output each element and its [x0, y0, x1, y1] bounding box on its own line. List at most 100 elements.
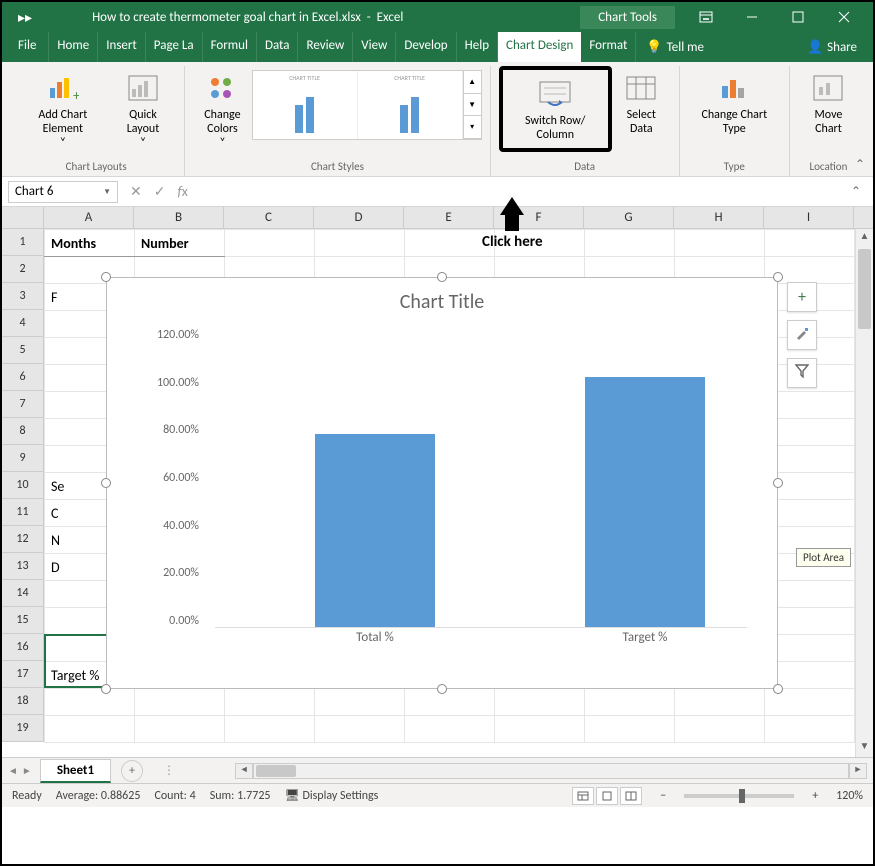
zoom-in-button[interactable]: + — [808, 789, 822, 803]
row-header[interactable]: 4 — [2, 310, 44, 337]
col-header[interactable]: G — [584, 207, 674, 228]
resize-handle[interactable] — [773, 272, 783, 282]
row-header[interactable]: 7 — [2, 391, 44, 418]
add-chart-element-button[interactable]: + Add Chart Element ˅ — [16, 66, 110, 154]
row-header[interactable]: 12 — [2, 526, 44, 553]
resize-handle[interactable] — [773, 684, 783, 694]
tab-help[interactable]: Help — [457, 32, 498, 62]
chart-styles-button[interactable] — [787, 320, 817, 350]
scroll-thumb[interactable] — [858, 249, 871, 329]
row-header[interactable]: 16 — [2, 634, 44, 661]
row-header[interactable]: 8 — [2, 418, 44, 445]
select-all-corner[interactable] — [2, 207, 44, 228]
hscroll-thumb[interactable] — [256, 765, 296, 777]
tab-developer[interactable]: Develop — [396, 32, 456, 62]
zoom-knob[interactable] — [739, 789, 745, 803]
x-axis[interactable]: Total % Target % — [215, 630, 747, 650]
gallery-spinner[interactable]: ▲ ▼ ▾ — [463, 71, 481, 139]
style-thumb-2[interactable]: CHART TITLE — [358, 71, 463, 139]
tab-view[interactable]: View — [353, 32, 396, 62]
row-header[interactable]: 13 — [2, 553, 44, 580]
y-axis[interactable]: 120.00% 100.00% 80.00% 60.00% 40.00% 20.… — [135, 328, 199, 628]
cell[interactable]: Months — [45, 230, 135, 257]
sheet-nav[interactable]: ◄ ► — [8, 764, 40, 777]
switch-row-column-button[interactable]: Switch Row/ Column — [505, 72, 606, 146]
select-data-button[interactable]: Select Data — [612, 66, 671, 152]
row-header[interactable]: 3 — [2, 283, 44, 310]
cell[interactable]: Number — [135, 230, 225, 257]
scroll-right-icon[interactable]: ► — [849, 763, 867, 779]
expand-formula-bar-icon[interactable]: ⌃ — [845, 184, 867, 199]
tab-review[interactable]: Review — [298, 32, 353, 62]
zoom-level[interactable]: 120% — [836, 789, 863, 803]
chart-title[interactable]: Chart Title — [107, 278, 777, 320]
tab-home[interactable]: Home — [49, 32, 98, 62]
chevron-down-icon[interactable]: ▼ — [464, 94, 481, 117]
chevron-down-icon[interactable]: ▼ — [103, 187, 111, 197]
change-colors-button[interactable]: Change Colors ˅ — [193, 66, 251, 154]
minimize-button[interactable] — [729, 2, 775, 32]
row-header[interactable]: 15 — [2, 607, 44, 634]
row-header[interactable]: 19 — [2, 715, 44, 742]
sheet-tab[interactable]: Sheet1 — [40, 759, 111, 783]
close-button[interactable] — [821, 2, 867, 32]
view-normal-button[interactable] — [572, 787, 594, 805]
chevron-right-icon[interactable]: ► — [22, 764, 32, 777]
accept-formula-icon[interactable]: ✓ — [154, 183, 166, 200]
row-header[interactable]: 11 — [2, 499, 44, 526]
row-header[interactable]: 9 — [2, 445, 44, 472]
row-header[interactable]: 6 — [2, 364, 44, 391]
tab-file[interactable]: File — [6, 32, 49, 62]
fx-icon[interactable]: fx — [177, 183, 187, 200]
style-thumb-1[interactable]: CHART TITLE — [253, 71, 358, 139]
col-header[interactable]: B — [134, 207, 224, 228]
tab-insert[interactable]: Insert — [98, 32, 146, 62]
tab-data[interactable]: Data — [257, 32, 299, 62]
tab-page-layout[interactable]: Page La — [146, 32, 203, 62]
bar-total[interactable] — [315, 434, 435, 627]
share-button[interactable]: 👤 Share — [791, 32, 873, 62]
chevron-left-icon[interactable]: ◄ — [8, 764, 18, 777]
display-settings-button[interactable]: 🖥 Display Settings — [285, 788, 379, 803]
resize-handle[interactable] — [101, 684, 111, 694]
horizontal-scrollbar[interactable]: ◄ ► — [235, 763, 867, 779]
move-chart-button[interactable]: Move Chart — [798, 66, 859, 140]
chart-elements-button[interactable]: + — [787, 282, 817, 312]
row-header[interactable]: 2 — [2, 256, 44, 283]
tab-formulas[interactable]: Formul — [203, 32, 257, 62]
change-chart-type-button[interactable]: Change Chart Type — [688, 66, 781, 140]
scroll-left-icon[interactable]: ◄ — [235, 763, 253, 779]
col-header[interactable]: E — [404, 207, 494, 228]
tab-format[interactable]: Format — [581, 32, 636, 62]
ribbon-options-button[interactable] — [683, 2, 729, 32]
bar-target[interactable] — [585, 377, 705, 627]
chart-object[interactable]: Chart Title 120.00% 100.00% 80.00% 60.00… — [106, 277, 778, 689]
view-page-break-button[interactable] — [620, 787, 642, 805]
resize-handle[interactable] — [101, 272, 111, 282]
resize-handle[interactable] — [437, 684, 447, 694]
zoom-slider[interactable] — [684, 794, 794, 798]
tab-chart-design[interactable]: Chart Design — [498, 32, 581, 62]
maximize-button[interactable] — [775, 2, 821, 32]
row-header[interactable]: 1 — [2, 229, 44, 256]
chevron-up-icon[interactable]: ▲ — [464, 71, 481, 94]
col-header[interactable]: C — [224, 207, 314, 228]
scroll-up-icon[interactable]: ▲ — [856, 229, 873, 247]
col-header[interactable]: H — [674, 207, 764, 228]
bars-area[interactable] — [215, 328, 747, 628]
row-header[interactable]: 14 — [2, 580, 44, 607]
tell-me[interactable]: 💡 Tell me — [636, 32, 714, 62]
row-header[interactable]: 17 — [2, 661, 44, 688]
chart-filters-button[interactable] — [787, 358, 817, 388]
row-header[interactable]: 5 — [2, 337, 44, 364]
row-header[interactable]: 10 — [2, 472, 44, 499]
hscroll-track[interactable] — [253, 763, 849, 779]
add-sheet-button[interactable]: + — [121, 760, 143, 782]
scroll-down-icon[interactable]: ▼ — [856, 739, 873, 757]
view-page-layout-button[interactable] — [596, 787, 618, 805]
cancel-formula-icon[interactable]: ✕ — [130, 183, 142, 200]
cells-area[interactable]: MonthsNumber F Se C N D Target %100% — [44, 229, 873, 742]
quick-layout-button[interactable]: Quick Layout ˅ — [110, 66, 177, 154]
col-header[interactable]: I — [764, 207, 854, 228]
row-header[interactable]: 18 — [2, 688, 44, 715]
